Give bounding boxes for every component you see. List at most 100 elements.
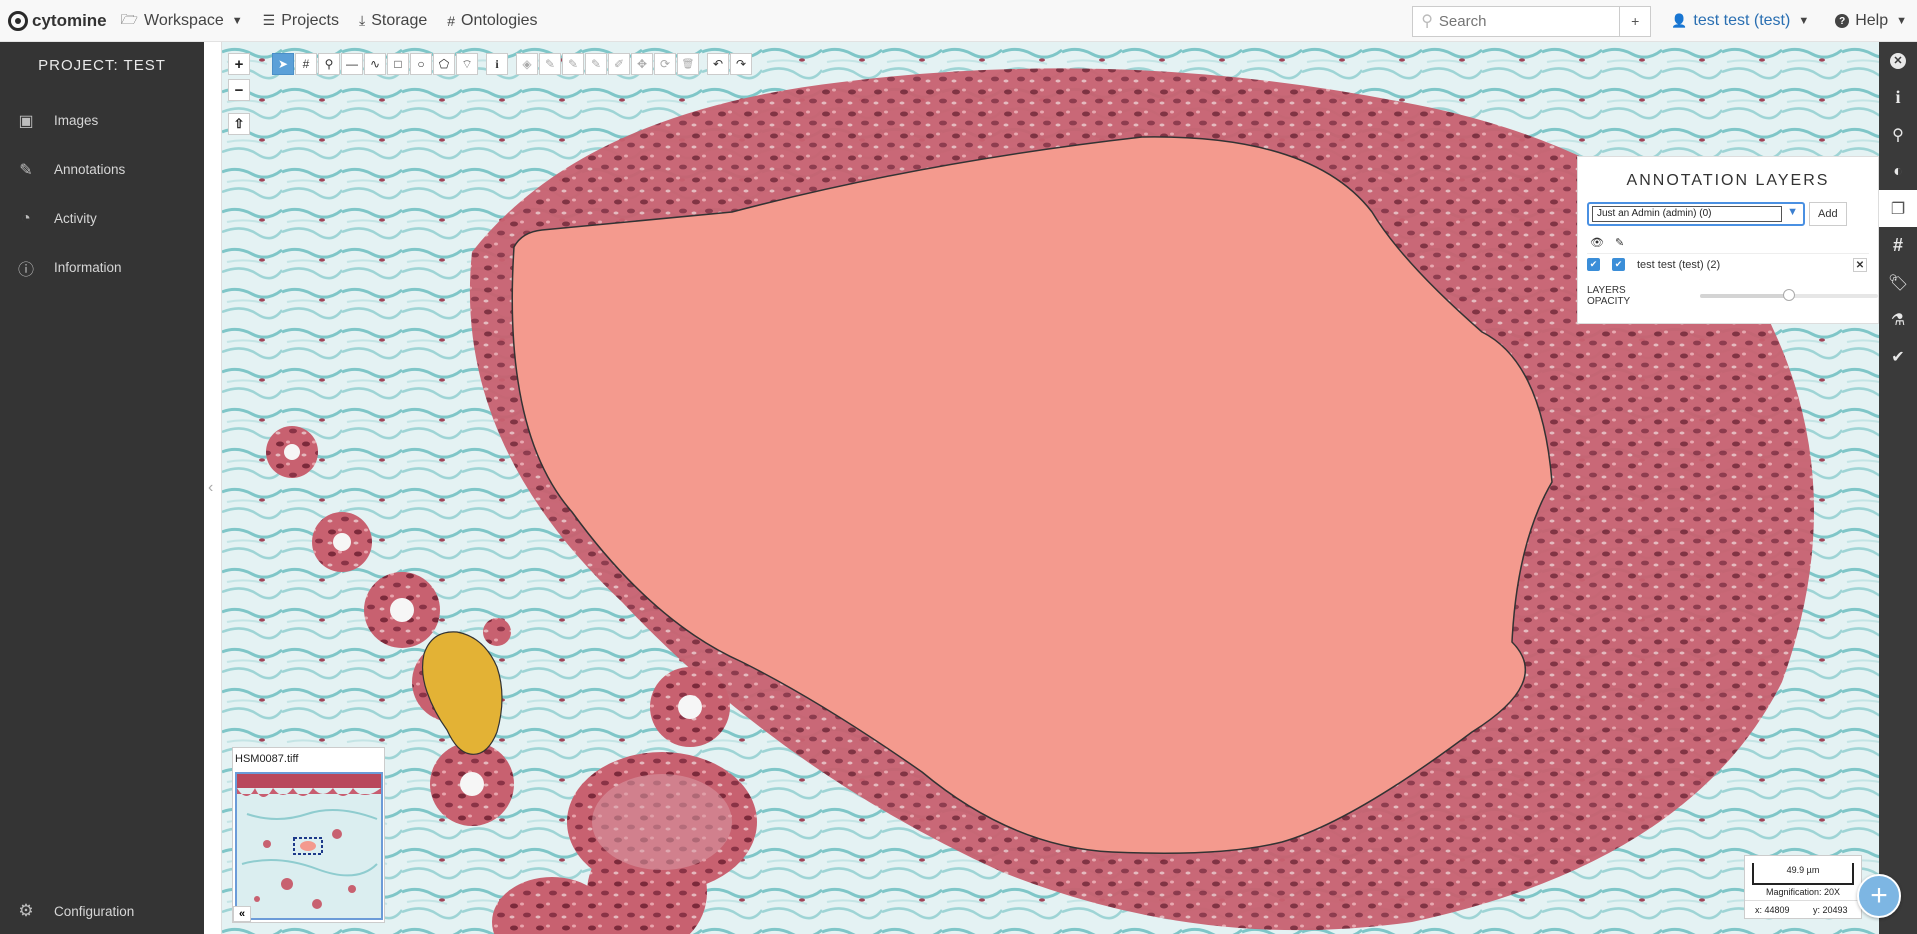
select-tool-button[interactable]: ➤ (272, 53, 294, 75)
correct-remove-tool-button[interactable]: ✎ (585, 53, 607, 75)
pencil-minus-icon: ✎ (590, 57, 602, 71)
ontology-button[interactable]: # (1879, 227, 1917, 264)
freehand-line-tool-button[interactable]: ∿ (364, 53, 386, 75)
remove-layer-button[interactable]: ✕ (1853, 258, 1867, 272)
gears-icon: ⚙ (18, 901, 34, 920)
annotation-layers-panel: ANNOTATION LAYERS Just an Admin (admin) … (1577, 156, 1879, 324)
layer-table-header: 👁 ✎ (1590, 235, 1878, 249)
correct-add-tool-button[interactable]: ✎ (562, 53, 584, 75)
pencil-icon: ✎ (1615, 236, 1625, 249)
sidebar-item-label: Images (54, 113, 99, 128)
polygon-icon: ⬠ (438, 57, 450, 71)
square-icon: □ (394, 57, 402, 71)
layer-select-value: Just an Admin (admin) (0) (1592, 206, 1782, 222)
search-add-button[interactable]: + (1620, 5, 1652, 37)
projects-label: Projects (281, 11, 339, 29)
cytomine-logo[interactable]: cytomine (8, 10, 107, 31)
ruler-tool-button[interactable]: ✐ (608, 53, 630, 75)
rotate-icon: ⟳ (659, 57, 671, 71)
info-tool-button[interactable]: i (486, 53, 508, 75)
layer-select[interactable]: Just an Admin (admin) (0) ▼ (1587, 202, 1805, 226)
ontologies-link[interactable]: # Ontologies (447, 12, 537, 30)
sidebar-item-images[interactable]: ▣ Images (0, 96, 204, 145)
arrows-icon: ✥ (636, 57, 648, 71)
pencil-plus-icon: ✎ (567, 57, 579, 71)
search-annotations-button[interactable]: ⚲ (1879, 116, 1917, 153)
reset-rotation-button[interactable]: ⇧ (228, 113, 250, 135)
fill-tool-button[interactable]: ◈ (516, 53, 538, 75)
sidebar-item-label: Information (54, 260, 122, 275)
contrast-button[interactable]: ◐ (1879, 153, 1917, 190)
sidebar-item-annotations[interactable]: ✎ Annotations (0, 145, 204, 194)
follow-user-button[interactable]: ⚗ (1879, 301, 1917, 338)
search-icon: ⚲ (1892, 126, 1904, 144)
properties-button[interactable]: 🏷 (1879, 264, 1917, 301)
zoom-out-button[interactable]: − (228, 79, 250, 101)
image-info-button[interactable]: i (1879, 79, 1917, 116)
move-tool-button[interactable]: ✥ (631, 53, 653, 75)
line-tool-button[interactable]: — (341, 53, 363, 75)
opacity-slider-fill (1700, 294, 1790, 298)
trash-icon: 🗑 (681, 58, 695, 70)
chevron-down-icon: ▼ (231, 14, 243, 27)
delete-tool-button[interactable]: 🗑 (677, 53, 699, 75)
circle-tool-button[interactable]: ○ (410, 53, 432, 75)
plus-icon: + (1870, 879, 1888, 912)
check-circle-icon: ✔ (1891, 348, 1905, 366)
sidebar-item-activity[interactable]: ◔ Activity (0, 194, 204, 243)
project-title: PROJECT: TEST (38, 57, 166, 74)
tag-icon: 🏷 (1887, 274, 1909, 292)
cursor-y-coordinate: y: 20493 (1813, 905, 1848, 915)
point-count-tool-button[interactable]: # (295, 53, 317, 75)
hashtag-icon: # (1892, 235, 1903, 255)
layer-row: ✔ ✔ test test (test) (2) ✕ (1587, 253, 1869, 275)
redo-button[interactable]: ↷ (730, 53, 752, 75)
folder-open-icon: 🗁 (120, 10, 139, 27)
layer-visible-checkbox[interactable]: ✔ (1587, 258, 1600, 271)
pointer-icon: ➤ (277, 57, 289, 71)
images-icon: ▣ (18, 112, 34, 130)
workspace-menu[interactable]: 🗁 Workspace ▼ (121, 9, 243, 33)
layer-name: test test (test) (2) (1637, 258, 1721, 271)
add-annotation-fab[interactable]: + (1857, 874, 1901, 918)
rotate-tool-button[interactable]: ⟳ (654, 53, 676, 75)
chevron-left-icon: ‹ (208, 479, 214, 496)
add-layer-button[interactable]: Add (1809, 202, 1847, 226)
projects-link[interactable]: ☰ Projects (263, 12, 339, 30)
collapse-overview-button[interactable]: « (233, 906, 251, 922)
layers-opacity-row: LAYERS OPACITY (1587, 285, 1878, 307)
circle-icon: ○ (417, 57, 425, 71)
opacity-slider-handle[interactable] (1783, 289, 1796, 301)
hashtag-icon: # (447, 12, 456, 29)
sidebar-collapse-handle[interactable]: ‹ (204, 42, 222, 934)
close-viewer-button[interactable]: ✕ (1879, 42, 1917, 79)
workspace-label: Workspace (144, 11, 224, 29)
search-icon: ⚲ (1421, 13, 1433, 30)
rectangle-tool-button[interactable]: □ (387, 53, 409, 75)
storage-label: Storage (371, 11, 428, 29)
user-menu[interactable]: 👤 test test (test) ▼ (1671, 12, 1809, 30)
overview-thumbnail[interactable] (235, 772, 383, 920)
opacity-slider[interactable] (1700, 289, 1878, 301)
panel-title: ANNOTATION LAYERS (1626, 172, 1830, 189)
overview-image (237, 774, 381, 918)
freehand-polygon-icon: ⌔ (461, 56, 473, 71)
freehand-polygon-tool-button[interactable]: ⌔ (456, 53, 478, 75)
sidebar-item-information[interactable]: ⓘ Information (0, 243, 204, 292)
zoom-in-button[interactable]: + (228, 53, 250, 75)
polygon-tool-button[interactable]: ⬠ (433, 53, 455, 75)
help-menu[interactable]: ? Help ▼ (1835, 12, 1907, 30)
hashtag-icon: # (302, 57, 310, 71)
point-tool-button[interactable]: ⚲ (318, 53, 340, 75)
annotation-layers-button[interactable]: ❐ (1879, 190, 1917, 227)
review-button[interactable]: ✔ (1879, 338, 1917, 375)
overview-map: HSM0087.tiff « (232, 747, 385, 923)
storage-link[interactable]: ⤓ Storage (359, 12, 427, 30)
layer-editable-checkbox[interactable]: ✔ (1612, 258, 1625, 271)
undo-button[interactable]: ↶ (707, 53, 729, 75)
edit-tool-button[interactable]: ✎ (539, 53, 561, 75)
sidebar-item-configuration[interactable]: ⚙ Configuration (0, 888, 204, 934)
search-input[interactable] (1438, 12, 1599, 30)
contrast-icon: ◐ (1893, 162, 1903, 180)
help-label: Help (1855, 12, 1889, 29)
